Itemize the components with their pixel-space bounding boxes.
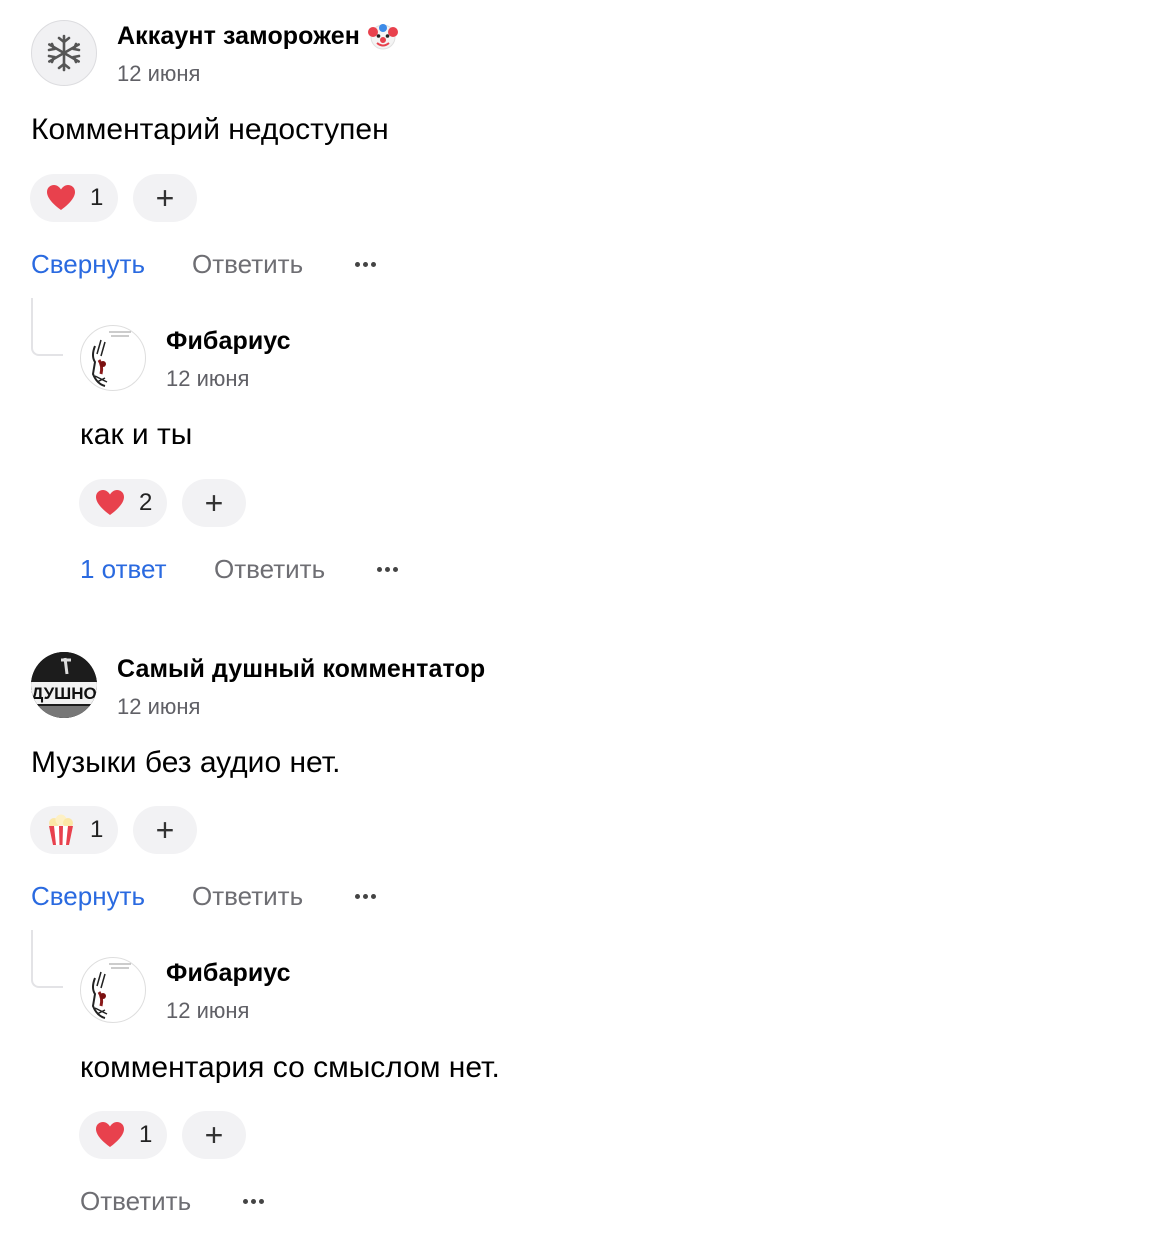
- avatar-label: ДУШНО: [31, 684, 96, 703]
- popcorn-icon: [49, 814, 73, 845]
- collapse-button[interactable]: Свернуть: [31, 249, 145, 279]
- reaction-popcorn-button[interactable]: 1: [30, 806, 118, 854]
- comment-date: 12 июня: [117, 61, 201, 86]
- reaction-count: 1: [90, 816, 104, 843]
- heart-icon: [47, 185, 75, 210]
- plus-icon: +: [155, 180, 175, 216]
- avatar-fibarius[interactable]: [80, 325, 146, 391]
- more-options-icon[interactable]: [243, 1199, 264, 1204]
- reply-text: как и ты: [80, 418, 193, 451]
- author-name: Фибариус: [166, 327, 291, 355]
- plus-icon: +: [204, 485, 224, 521]
- comment-text: Комментарий недоступен: [31, 113, 389, 146]
- add-reaction-button[interactable]: +: [182, 479, 246, 527]
- more-options-icon[interactable]: [355, 894, 376, 899]
- reaction-count: 1: [139, 1121, 153, 1148]
- avatar-dushno[interactable]: ДУШНО: [31, 652, 97, 718]
- comment-author[interactable]: Самый душный комментатор: [117, 654, 485, 684]
- author-name: Аккаунт заморожен: [117, 22, 360, 50]
- reply-button[interactable]: Ответить: [192, 249, 303, 279]
- reply-button[interactable]: Ответить: [80, 1186, 191, 1216]
- add-reaction-button[interactable]: +: [133, 174, 197, 222]
- reply-button[interactable]: Ответить: [192, 881, 303, 911]
- comment-text: Музыки без аудио нет.: [31, 746, 341, 779]
- more-options-icon[interactable]: [377, 567, 398, 572]
- thread-connector: [31, 298, 63, 356]
- add-reaction-button[interactable]: +: [133, 806, 197, 854]
- reply-author[interactable]: Фибариус: [166, 958, 291, 988]
- plus-icon: +: [204, 1117, 224, 1153]
- show-replies-button[interactable]: 1 ответ: [80, 554, 167, 584]
- thread-connector: [31, 930, 63, 988]
- clown-emoji-icon: [367, 24, 398, 50]
- avatar-drawing-icon: [91, 963, 131, 1019]
- avatar-drawing-icon: [91, 331, 131, 387]
- reply-date: 12 июня: [166, 366, 250, 391]
- comment-author[interactable]: Аккаунт заморожен: [117, 21, 398, 51]
- author-name: Самый душный комментатор: [117, 655, 486, 683]
- heart-icon: [96, 490, 124, 515]
- avatar-frozen[interactable]: [31, 20, 97, 86]
- reaction-heart-button[interactable]: 2: [79, 479, 167, 527]
- reply-author[interactable]: Фибариус: [166, 326, 291, 356]
- reaction-count: 2: [139, 489, 153, 516]
- reaction-heart-button[interactable]: 1: [30, 174, 118, 222]
- snowflake-icon: [47, 34, 81, 72]
- reply-date: 12 июня: [166, 998, 250, 1023]
- reaction-count: 1: [90, 184, 104, 211]
- avatar-image: ДУШНО: [31, 652, 97, 718]
- heart-icon: [96, 1122, 124, 1147]
- comment-date: 12 июня: [117, 694, 201, 719]
- reaction-heart-button[interactable]: 1: [79, 1111, 167, 1159]
- reply-button[interactable]: Ответить: [214, 554, 325, 584]
- add-reaction-button[interactable]: +: [182, 1111, 246, 1159]
- more-options-icon[interactable]: [355, 262, 376, 267]
- plus-icon: +: [155, 812, 175, 848]
- collapse-button[interactable]: Свернуть: [31, 881, 145, 911]
- author-name: Фибариус: [166, 959, 291, 987]
- reply-text: комментария со смыслом нет.: [80, 1051, 500, 1084]
- avatar-fibarius[interactable]: [80, 957, 146, 1023]
